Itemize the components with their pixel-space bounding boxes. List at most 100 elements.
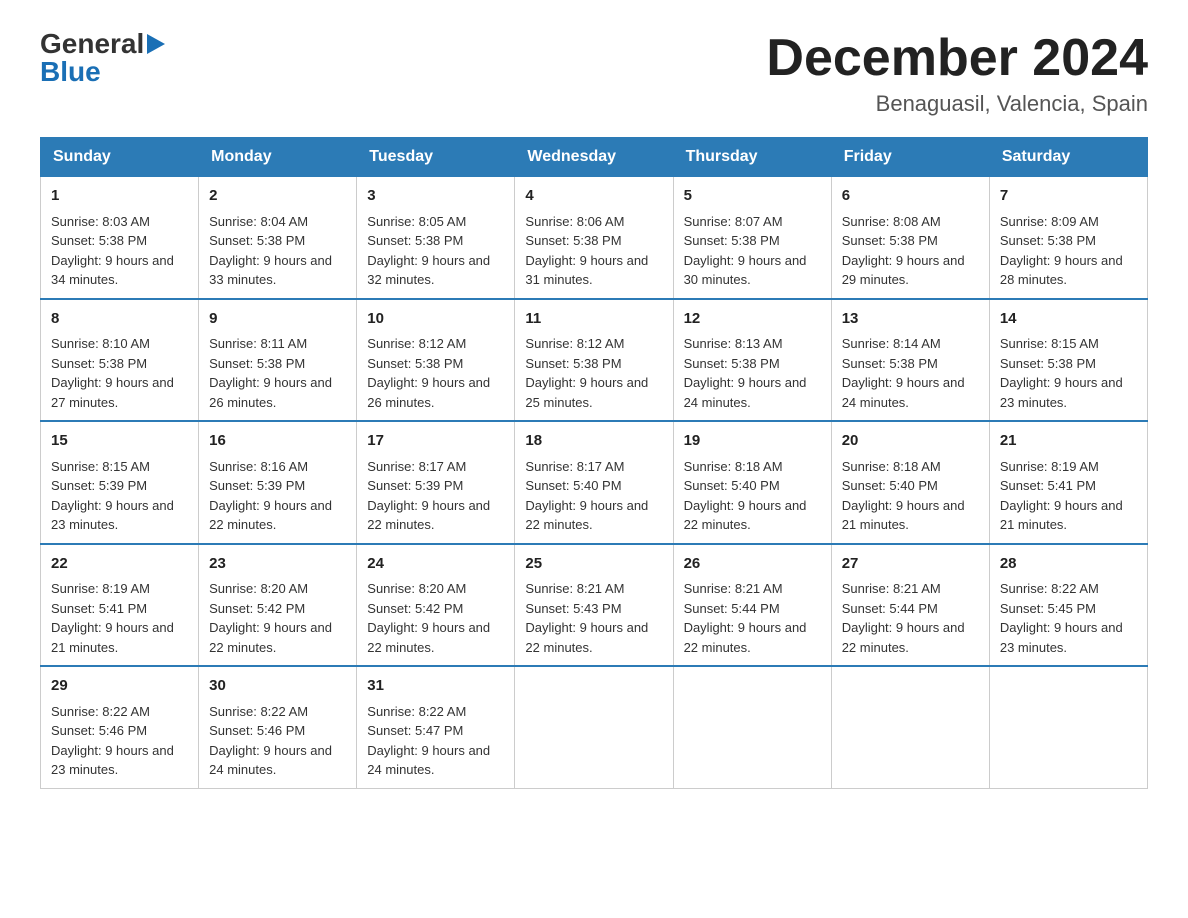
- sunrise-text: Sunrise: 8:15 AM: [51, 459, 150, 474]
- sunset-text: Sunset: 5:39 PM: [209, 478, 305, 493]
- sunrise-text: Sunrise: 8:16 AM: [209, 459, 308, 474]
- calendar-week-5: 29 Sunrise: 8:22 AM Sunset: 5:46 PM Dayl…: [41, 666, 1148, 788]
- sunrise-text: Sunrise: 8:19 AM: [51, 581, 150, 596]
- sunset-text: Sunset: 5:38 PM: [209, 356, 305, 371]
- sunrise-text: Sunrise: 8:13 AM: [684, 336, 783, 351]
- sunset-text: Sunset: 5:46 PM: [209, 723, 305, 738]
- sunrise-text: Sunrise: 8:22 AM: [1000, 581, 1099, 596]
- sunrise-text: Sunrise: 8:15 AM: [1000, 336, 1099, 351]
- calendar-day-2: 2 Sunrise: 8:04 AM Sunset: 5:38 PM Dayli…: [199, 177, 357, 299]
- day-number: 18: [525, 430, 662, 453]
- daylight-text: Daylight: 9 hours and 26 minutes.: [367, 375, 490, 410]
- daylight-text: Daylight: 9 hours and 23 minutes.: [51, 743, 174, 778]
- calendar-empty-cell: [831, 666, 989, 788]
- sunrise-text: Sunrise: 8:21 AM: [842, 581, 941, 596]
- calendar-week-4: 22 Sunrise: 8:19 AM Sunset: 5:41 PM Dayl…: [41, 544, 1148, 667]
- sunrise-text: Sunrise: 8:21 AM: [525, 581, 624, 596]
- calendar-week-1: 1 Sunrise: 8:03 AM Sunset: 5:38 PM Dayli…: [41, 177, 1148, 299]
- day-number: 9: [209, 308, 346, 331]
- sunset-text: Sunset: 5:38 PM: [51, 233, 147, 248]
- day-number: 24: [367, 553, 504, 576]
- sunset-text: Sunset: 5:39 PM: [367, 478, 463, 493]
- sunrise-text: Sunrise: 8:11 AM: [209, 336, 307, 351]
- sunset-text: Sunset: 5:40 PM: [842, 478, 938, 493]
- day-number: 2: [209, 185, 346, 208]
- daylight-text: Daylight: 9 hours and 21 minutes.: [1000, 498, 1123, 533]
- calendar-day-27: 27 Sunrise: 8:21 AM Sunset: 5:44 PM Dayl…: [831, 544, 989, 667]
- logo: General Blue: [40, 30, 166, 86]
- col-tuesday: Tuesday: [357, 138, 515, 177]
- calendar-empty-cell: [515, 666, 673, 788]
- month-title: December 2024: [766, 30, 1148, 87]
- sunset-text: Sunset: 5:42 PM: [367, 601, 463, 616]
- daylight-text: Daylight: 9 hours and 31 minutes.: [525, 253, 648, 288]
- day-number: 4: [525, 185, 662, 208]
- sunrise-text: Sunrise: 8:22 AM: [367, 704, 466, 719]
- sunset-text: Sunset: 5:44 PM: [684, 601, 780, 616]
- daylight-text: Daylight: 9 hours and 24 minutes.: [684, 375, 807, 410]
- calendar-day-9: 9 Sunrise: 8:11 AM Sunset: 5:38 PM Dayli…: [199, 299, 357, 422]
- day-number: 26: [684, 553, 821, 576]
- sunrise-text: Sunrise: 8:04 AM: [209, 214, 308, 229]
- calendar-day-23: 23 Sunrise: 8:20 AM Sunset: 5:42 PM Dayl…: [199, 544, 357, 667]
- day-number: 19: [684, 430, 821, 453]
- sunrise-text: Sunrise: 8:06 AM: [525, 214, 624, 229]
- sunset-text: Sunset: 5:38 PM: [684, 356, 780, 371]
- sunset-text: Sunset: 5:41 PM: [51, 601, 147, 616]
- sunrise-text: Sunrise: 8:21 AM: [684, 581, 783, 596]
- col-friday: Friday: [831, 138, 989, 177]
- daylight-text: Daylight: 9 hours and 24 minutes.: [209, 743, 332, 778]
- day-number: 13: [842, 308, 979, 331]
- sunset-text: Sunset: 5:38 PM: [51, 356, 147, 371]
- calendar-header-row: Sunday Monday Tuesday Wednesday Thursday…: [41, 138, 1148, 177]
- day-number: 11: [525, 308, 662, 331]
- location-subtitle: Benaguasil, Valencia, Spain: [766, 91, 1148, 117]
- day-number: 20: [842, 430, 979, 453]
- sunrise-text: Sunrise: 8:17 AM: [525, 459, 624, 474]
- day-number: 12: [684, 308, 821, 331]
- sunrise-text: Sunrise: 8:20 AM: [209, 581, 308, 596]
- calendar-day-16: 16 Sunrise: 8:16 AM Sunset: 5:39 PM Dayl…: [199, 421, 357, 544]
- sunset-text: Sunset: 5:38 PM: [367, 356, 463, 371]
- daylight-text: Daylight: 9 hours and 24 minutes.: [842, 375, 965, 410]
- daylight-text: Daylight: 9 hours and 32 minutes.: [367, 253, 490, 288]
- calendar-day-31: 31 Sunrise: 8:22 AM Sunset: 5:47 PM Dayl…: [357, 666, 515, 788]
- day-number: 30: [209, 675, 346, 698]
- calendar-day-21: 21 Sunrise: 8:19 AM Sunset: 5:41 PM Dayl…: [989, 421, 1147, 544]
- sunset-text: Sunset: 5:38 PM: [1000, 356, 1096, 371]
- day-number: 23: [209, 553, 346, 576]
- sunrise-text: Sunrise: 8:12 AM: [367, 336, 466, 351]
- sunset-text: Sunset: 5:47 PM: [367, 723, 463, 738]
- daylight-text: Daylight: 9 hours and 21 minutes.: [51, 620, 174, 655]
- sunset-text: Sunset: 5:38 PM: [842, 233, 938, 248]
- daylight-text: Daylight: 9 hours and 21 minutes.: [842, 498, 965, 533]
- calendar-empty-cell: [673, 666, 831, 788]
- day-number: 17: [367, 430, 504, 453]
- calendar-day-30: 30 Sunrise: 8:22 AM Sunset: 5:46 PM Dayl…: [199, 666, 357, 788]
- sunrise-text: Sunrise: 8:09 AM: [1000, 214, 1099, 229]
- calendar-day-20: 20 Sunrise: 8:18 AM Sunset: 5:40 PM Dayl…: [831, 421, 989, 544]
- calendar-day-6: 6 Sunrise: 8:08 AM Sunset: 5:38 PM Dayli…: [831, 177, 989, 299]
- logo-blue-text: Blue: [40, 58, 101, 86]
- calendar-day-8: 8 Sunrise: 8:10 AM Sunset: 5:38 PM Dayli…: [41, 299, 199, 422]
- day-number: 22: [51, 553, 188, 576]
- daylight-text: Daylight: 9 hours and 26 minutes.: [209, 375, 332, 410]
- calendar-day-25: 25 Sunrise: 8:21 AM Sunset: 5:43 PM Dayl…: [515, 544, 673, 667]
- page-header: General Blue December 2024 Benaguasil, V…: [40, 30, 1148, 117]
- daylight-text: Daylight: 9 hours and 28 minutes.: [1000, 253, 1123, 288]
- daylight-text: Daylight: 9 hours and 22 minutes.: [209, 620, 332, 655]
- day-number: 29: [51, 675, 188, 698]
- day-number: 25: [525, 553, 662, 576]
- daylight-text: Daylight: 9 hours and 22 minutes.: [684, 498, 807, 533]
- day-number: 1: [51, 185, 188, 208]
- calendar-day-13: 13 Sunrise: 8:14 AM Sunset: 5:38 PM Dayl…: [831, 299, 989, 422]
- daylight-text: Daylight: 9 hours and 30 minutes.: [684, 253, 807, 288]
- calendar-day-1: 1 Sunrise: 8:03 AM Sunset: 5:38 PM Dayli…: [41, 177, 199, 299]
- sunset-text: Sunset: 5:38 PM: [684, 233, 780, 248]
- daylight-text: Daylight: 9 hours and 23 minutes.: [1000, 620, 1123, 655]
- calendar-day-4: 4 Sunrise: 8:06 AM Sunset: 5:38 PM Dayli…: [515, 177, 673, 299]
- calendar-day-26: 26 Sunrise: 8:21 AM Sunset: 5:44 PM Dayl…: [673, 544, 831, 667]
- sunset-text: Sunset: 5:43 PM: [525, 601, 621, 616]
- col-sunday: Sunday: [41, 138, 199, 177]
- daylight-text: Daylight: 9 hours and 29 minutes.: [842, 253, 965, 288]
